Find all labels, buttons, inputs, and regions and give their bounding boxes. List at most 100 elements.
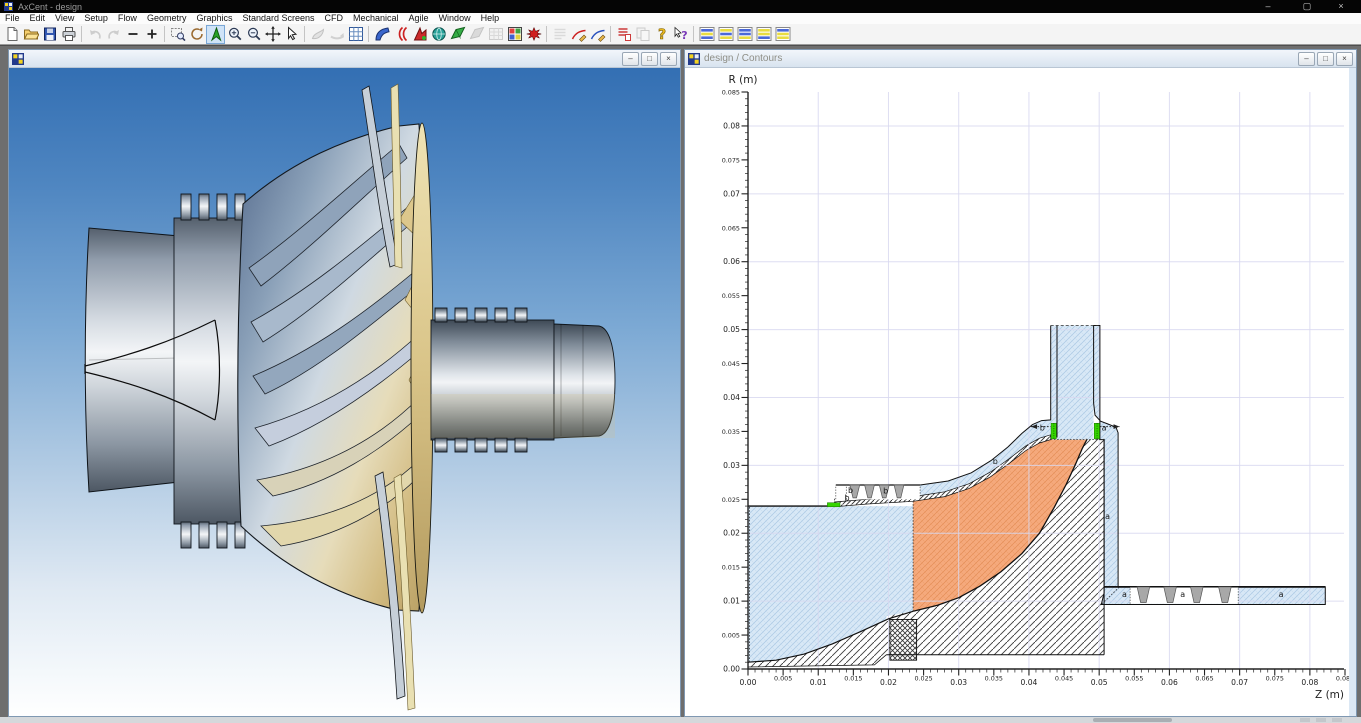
toolbar-separator	[164, 26, 165, 42]
grid-window-icon[interactable]	[346, 25, 365, 44]
zoom-in-icon[interactable]	[225, 25, 244, 44]
undo-icon[interactable]	[85, 25, 104, 44]
copy-icon[interactable]	[633, 25, 652, 44]
menu-edit[interactable]: Edit	[25, 13, 51, 24]
close-button[interactable]: ×	[660, 52, 677, 66]
svg-text:0.035: 0.035	[722, 428, 740, 436]
svg-text:0.005: 0.005	[722, 632, 740, 640]
toolbar-separator	[304, 26, 305, 42]
svg-text:0.065: 0.065	[722, 224, 740, 232]
spin-icon[interactable]	[327, 25, 346, 44]
blade-angles-icon[interactable]	[391, 25, 410, 44]
x-axis-title: Z (m)	[1315, 689, 1344, 701]
svg-text:0.025: 0.025	[722, 496, 740, 504]
svg-text:0.00: 0.00	[740, 678, 757, 687]
mesh-burst-icon[interactable]	[524, 25, 543, 44]
menu-graphics[interactable]: Graphics	[191, 13, 237, 24]
bottom-scrollbar[interactable]	[0, 717, 1361, 723]
render-window-icon	[12, 53, 24, 65]
screen-2-icon[interactable]	[716, 25, 735, 44]
context-help-icon[interactable]: ?	[671, 25, 690, 44]
menu-window[interactable]: Window	[434, 13, 476, 24]
redo-icon[interactable]	[104, 25, 123, 44]
svg-text:0.055: 0.055	[1125, 675, 1143, 683]
help-icon[interactable]: ?	[652, 25, 671, 44]
menu-view[interactable]: View	[50, 13, 79, 24]
close-button[interactable]: ×	[1326, 0, 1356, 13]
back-disk	[411, 123, 433, 613]
svg-text:0.035: 0.035	[985, 675, 1003, 683]
shaft-reflection	[431, 394, 615, 438]
zoom-plus-icon[interactable]	[142, 25, 161, 44]
svg-text:0.04: 0.04	[723, 393, 740, 402]
edit-curve-blue-icon[interactable]	[588, 25, 607, 44]
pan-icon[interactable]	[263, 25, 282, 44]
impeller-3d-render	[9, 68, 680, 716]
app-icon	[4, 2, 13, 11]
contours-viewport[interactable]: bbbbbaaaaa0.000.000.0050.0050.010.010.01…	[685, 68, 1356, 716]
menu-flow[interactable]: Flow	[113, 13, 142, 24]
scrollbar-button[interactable]	[1332, 718, 1342, 722]
screen-5-icon[interactable]	[773, 25, 792, 44]
menu-mechanical[interactable]: Mechanical	[348, 13, 404, 24]
svg-text:0.04: 0.04	[1020, 678, 1037, 687]
new-icon[interactable]	[2, 25, 21, 44]
notes-list-icon[interactable]	[614, 25, 633, 44]
render-viewport[interactable]	[9, 68, 680, 716]
contours-window-buttons: –□×	[1298, 52, 1356, 66]
fit-view-icon[interactable]	[206, 25, 225, 44]
flow-path-icon[interactable]	[372, 25, 391, 44]
scrollbar-button[interactable]	[1300, 718, 1310, 722]
maximize-button[interactable]: ▢	[1292, 0, 1322, 13]
svg-text:0.02: 0.02	[880, 678, 897, 687]
scrollbar-thumb[interactable]	[1093, 718, 1172, 722]
svg-text:0.00: 0.00	[723, 665, 740, 674]
rotate-view-icon[interactable]	[187, 25, 206, 44]
screen-1-icon[interactable]	[697, 25, 716, 44]
save-icon[interactable]	[40, 25, 59, 44]
blade-editor-icon[interactable]	[410, 25, 429, 44]
screen-4-icon[interactable]	[754, 25, 773, 44]
marquee-zoom-icon[interactable]	[168, 25, 187, 44]
edit-curve-red-icon[interactable]	[569, 25, 588, 44]
menu-help[interactable]: Help	[476, 13, 505, 24]
menu-standard-screens[interactable]: Standard Screens	[237, 13, 319, 24]
print-icon[interactable]	[59, 25, 78, 44]
svg-text:0.03: 0.03	[723, 461, 740, 470]
list-view-icon[interactable]	[550, 25, 569, 44]
pick-icon[interactable]	[282, 25, 301, 44]
svg-text:0.05: 0.05	[723, 325, 740, 334]
restore-button[interactable]: □	[1317, 52, 1334, 66]
scrollbar-button[interactable]	[1316, 718, 1326, 722]
menu-geometry[interactable]: Geometry	[142, 13, 192, 24]
minimize-button[interactable]: –	[1253, 0, 1283, 13]
screen-3-icon[interactable]	[735, 25, 754, 44]
svg-text:0.06: 0.06	[723, 257, 740, 266]
svg-text:0.015: 0.015	[722, 564, 740, 572]
minimize-button[interactable]: –	[1298, 52, 1315, 66]
svg-text:0.02: 0.02	[723, 529, 740, 538]
contours-window-titlebar[interactable]: design / Contours –□×	[685, 50, 1356, 68]
svg-text:0.055: 0.055	[722, 292, 740, 300]
svg-text:0.07: 0.07	[1231, 678, 1248, 687]
minimize-button[interactable]: –	[622, 52, 639, 66]
zoom-out-icon[interactable]	[244, 25, 263, 44]
menu-file[interactable]: File	[0, 13, 25, 24]
open-icon[interactable]	[21, 25, 40, 44]
menu-cfd[interactable]: CFD	[320, 13, 349, 24]
close-button[interactable]: ×	[1336, 52, 1353, 66]
zoom-minus-icon[interactable]	[123, 25, 142, 44]
svg-text:0.025: 0.025	[914, 675, 932, 683]
data-table-icon[interactable]	[486, 25, 505, 44]
menu-setup[interactable]: Setup	[79, 13, 113, 24]
surface-view-icon[interactable]	[448, 25, 467, 44]
restore-button[interactable]: □	[641, 52, 658, 66]
svg-text:b: b	[1040, 424, 1045, 433]
render-window-titlebar[interactable]: –□×	[9, 50, 680, 68]
menu-agile[interactable]: Agile	[404, 13, 434, 24]
world-view-icon[interactable]	[429, 25, 448, 44]
svg-text:0.075: 0.075	[1266, 675, 1284, 683]
surface-alt-icon[interactable]	[467, 25, 486, 44]
shade-icon[interactable]	[308, 25, 327, 44]
contour-map-icon[interactable]	[505, 25, 524, 44]
